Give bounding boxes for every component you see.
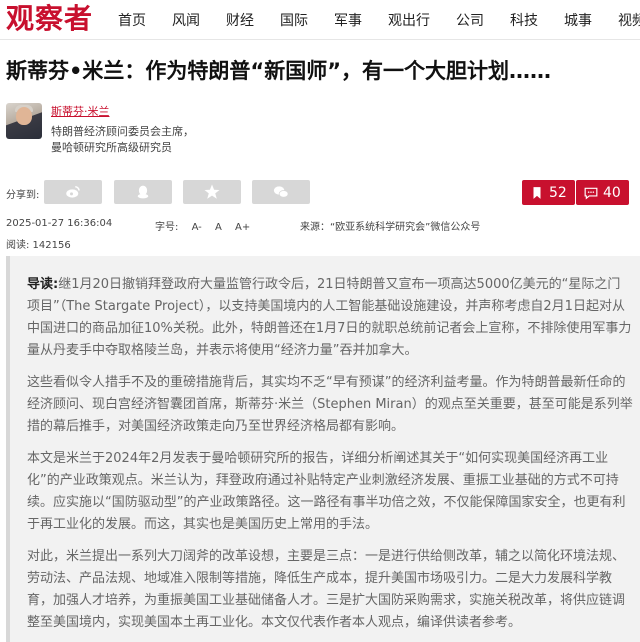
nav-item-fengwen[interactable]: 风闻	[172, 10, 200, 30]
lead-paragraph: 导读:继1月20日撤销拜登政府大量监管行政令后，21日特朗普又宣布一项高达500…	[27, 274, 633, 362]
lead-label: 导读:	[27, 277, 59, 292]
font-size-decrease[interactable]: A-	[192, 222, 202, 233]
bookmark-count: 52	[549, 184, 567, 201]
wechat-icon	[273, 186, 289, 198]
bookmark-icon	[533, 186, 541, 199]
nav-item-travel[interactable]: 观出行	[388, 10, 430, 30]
nav-item-home[interactable]: 首页	[118, 10, 146, 30]
quote-bar	[6, 256, 10, 642]
article-body: 导读:继1月20日撤销拜登政府大量监管行政令后，21日特朗普又宣布一项高达500…	[6, 256, 640, 642]
font-size-default[interactable]: A	[215, 222, 222, 233]
bookmark-count-button[interactable]: 52	[522, 180, 575, 205]
qzone-star-icon	[204, 184, 220, 199]
site-logo[interactable]: 观察者	[6, 2, 93, 36]
share-qzone-button[interactable]	[183, 180, 241, 204]
comment-count: 40	[603, 184, 621, 201]
paragraph: 对此，米兰提出一系列大刀阔斧的改革设想，主要是三点：一是进行供给侧改革，辅之以简…	[27, 549, 626, 630]
share-wechat-button[interactable]	[252, 180, 310, 204]
nav-item-video[interactable]: 视频	[618, 10, 640, 30]
author-description: 特朗普经济顾问委员会主席，曼哈顿研究所高级研究员	[51, 125, 194, 154]
paragraph: 本文是米兰于2024年2月发表于曼哈顿研究所的报告，详细分析阐述其关于“如何实现…	[27, 451, 626, 532]
share-qq-button[interactable]	[114, 180, 172, 204]
paragraph: 这些看似令人措手不及的重磅措施背后，其实均不乏“早有预谋”的经济利益考量。作为特…	[27, 375, 633, 434]
qq-icon	[137, 185, 149, 199]
article-title: 斯蒂芬•米兰：作为特朗普“新国师”，有一个大胆计划……	[6, 59, 552, 83]
nav-item-tech[interactable]: 科技	[510, 10, 538, 30]
main-nav: 首页 风闻 财经 国际 军事 观出行 公司 科技 城事 视频	[118, 0, 640, 40]
author-name-link[interactable]: 斯蒂芬·米兰	[51, 103, 110, 119]
publish-datetime: 2025-01-27 16:36:04	[6, 218, 113, 229]
comment-count-button[interactable]: 40	[576, 180, 629, 205]
read-count: 阅读: 142156	[6, 240, 71, 251]
share-weibo-button[interactable]	[44, 180, 102, 204]
top-navigation-bar: 观察者 首页 风闻 财经 国际 军事 观出行 公司 科技 城事 视频	[0, 0, 640, 40]
font-size-label: 字号:	[155, 222, 179, 233]
font-size-controls: 字号: A- A A+	[155, 218, 250, 233]
article-source: 来源：“欧亚系统科学研究会”微信公众号	[300, 222, 481, 233]
lead-text: 继1月20日撤销拜登政府大量监管行政令后，21日特朗普又宣布一项高达5000亿美…	[27, 277, 632, 358]
nav-item-city[interactable]: 城事	[564, 10, 592, 30]
nav-item-military[interactable]: 军事	[334, 10, 362, 30]
share-label: 分享到:	[6, 190, 40, 201]
comment-icon	[584, 187, 598, 199]
nav-item-international[interactable]: 国际	[280, 10, 308, 30]
weibo-icon	[66, 186, 80, 198]
nav-item-finance[interactable]: 财经	[226, 10, 254, 30]
author-avatar[interactable]	[6, 103, 42, 139]
nav-item-company[interactable]: 公司	[456, 10, 484, 30]
font-size-increase[interactable]: A+	[235, 222, 250, 233]
